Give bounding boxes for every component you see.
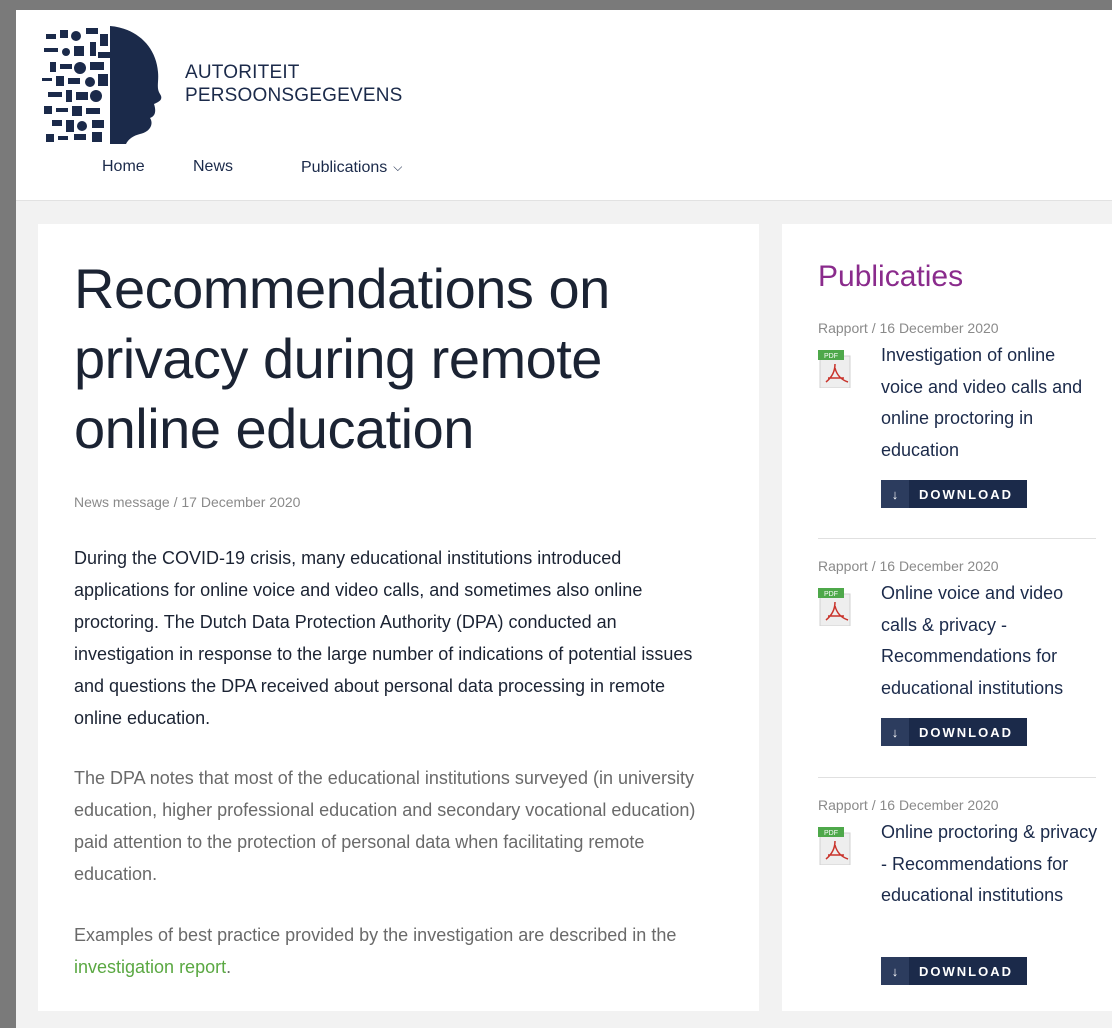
divider	[818, 538, 1096, 539]
download-arrow-icon: ↓	[881, 480, 909, 508]
brand-line-1: AUTORITEIT	[185, 62, 300, 83]
publications-sidebar: Publicaties Rapport / 16 December 2020 P…	[782, 224, 1112, 1011]
download-button[interactable]: ↓ DOWNLOAD	[881, 718, 1027, 746]
pdf-icon[interactable]: PDF	[818, 588, 854, 626]
paragraph-text: Examples of best practice provided by th…	[74, 925, 677, 945]
publication-title-link[interactable]: Online proctoring & privacy - Recommenda…	[881, 817, 1101, 912]
page-title: Recommendations on privacy during remote…	[74, 257, 610, 460]
nav-publications-label: Publications	[301, 159, 388, 176]
pdf-label: PDF	[824, 591, 838, 598]
nav-home-link[interactable]: Home	[102, 158, 145, 176]
nav-publications-dropdown[interactable]: Publications ⌵	[301, 159, 402, 177]
publication-meta: Rapport / 16 December 2020	[818, 797, 999, 813]
nav-news-link[interactable]: News	[193, 158, 233, 176]
download-arrow-icon: ↓	[881, 957, 909, 985]
article-meta: News message / 17 December 2020	[74, 494, 301, 510]
download-label: DOWNLOAD	[919, 963, 1013, 979]
brand-name[interactable]: AUTORITEIT PERSOONSGEGEVENS	[185, 61, 403, 107]
download-arrow-icon: ↓	[881, 718, 909, 746]
download-label: DOWNLOAD	[919, 724, 1013, 740]
pdf-icon[interactable]: PDF	[818, 350, 854, 388]
download-button[interactable]: ↓ DOWNLOAD	[881, 480, 1027, 508]
publication-meta: Rapport / 16 December 2020	[818, 320, 999, 336]
divider	[818, 777, 1096, 778]
profile-head-collage-icon[interactable]	[40, 24, 165, 144]
publication-title-link[interactable]: Investigation of online voice and video …	[881, 340, 1101, 466]
article-paragraph: Examples of best practice provided by th…	[74, 919, 714, 983]
article-card: Recommendations on privacy during remote…	[38, 224, 759, 1011]
publication-title-link[interactable]: Online voice and video calls & privacy -…	[881, 578, 1101, 704]
download-button[interactable]: ↓ DOWNLOAD	[881, 957, 1027, 985]
download-label: DOWNLOAD	[919, 486, 1013, 502]
pdf-label: PDF	[824, 830, 838, 837]
pdf-icon[interactable]: PDF	[818, 827, 854, 865]
browser-frame: AUTORITEIT PERSOONSGEGEVENS Home News Pu…	[0, 0, 1112, 1028]
pdf-label: PDF	[824, 353, 838, 360]
publication-meta: Rapport / 16 December 2020	[818, 558, 999, 574]
investigation-report-link[interactable]: investigation report	[74, 957, 226, 977]
site-header: AUTORITEIT PERSOONSGEGEVENS Home News Pu…	[16, 10, 1112, 201]
article-lead: During the COVID-19 crisis, many educati…	[74, 548, 693, 728]
paragraph-text: .	[226, 957, 232, 977]
article-paragraph: The DPA notes that most of the education…	[74, 768, 696, 884]
chevron-down-icon: ⌵	[393, 160, 403, 174]
brand-line-2: PERSOONSGEGEVENS	[185, 85, 403, 106]
sidebar-title: Publicaties	[818, 260, 964, 293]
